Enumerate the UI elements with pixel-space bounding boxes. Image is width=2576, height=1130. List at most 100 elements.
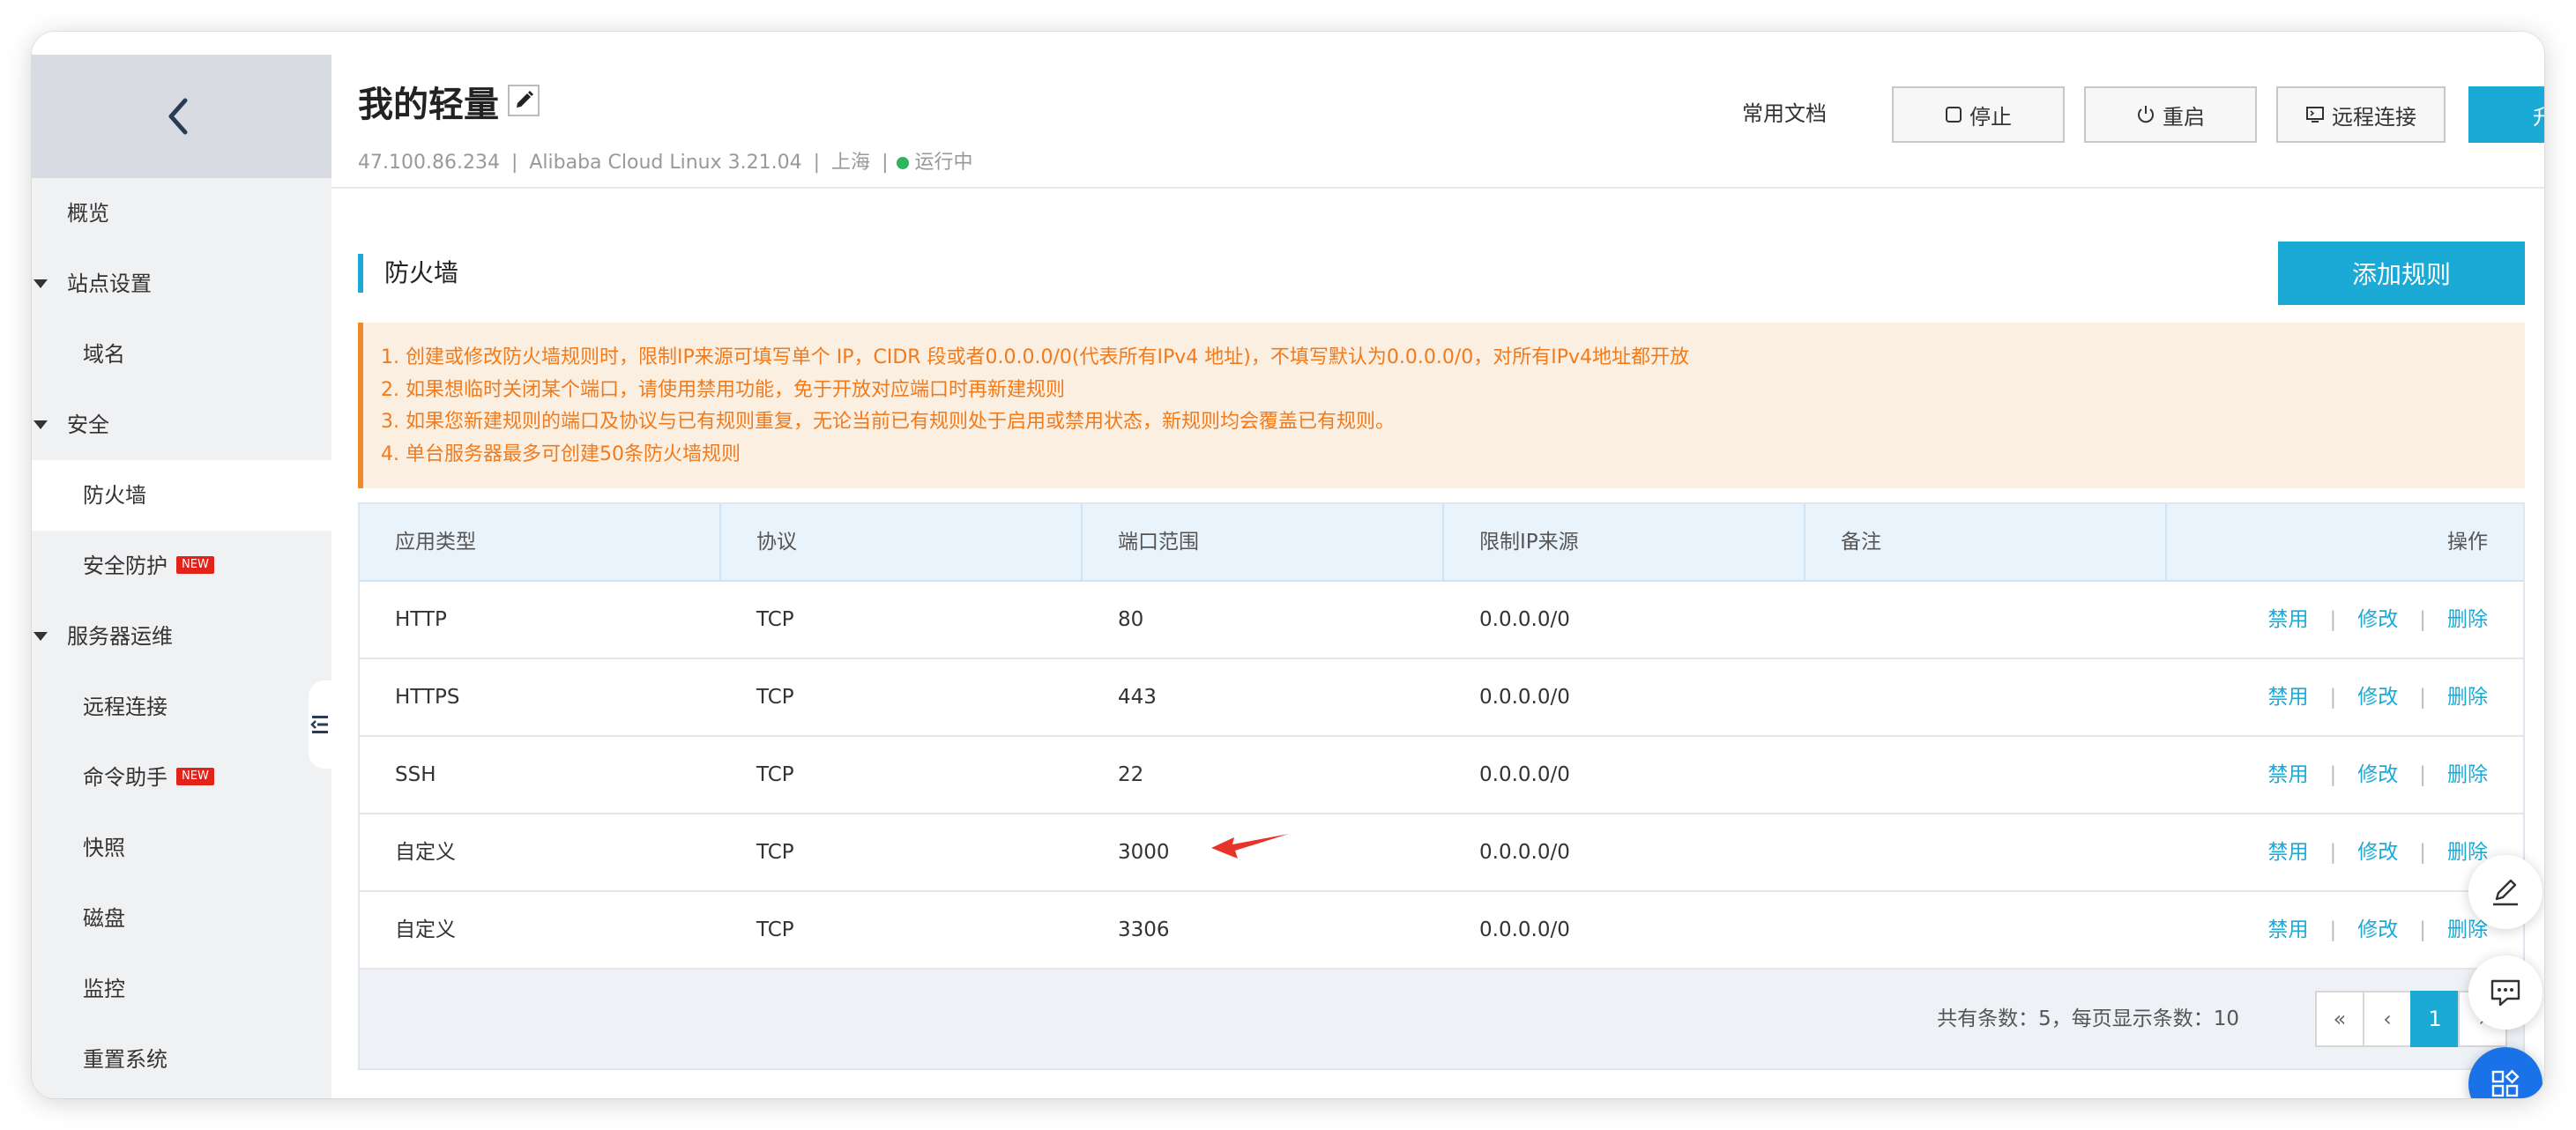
cell-protocol: TCP [756, 686, 794, 709]
action-separator: | [2419, 763, 2426, 786]
new-badge: NEW [176, 556, 214, 574]
cell-app-type: HTTPS [395, 686, 460, 709]
total-count: 共有条数：5，每页显示条数：10 [1937, 1007, 2239, 1030]
docs-link[interactable]: 常用文档 [1742, 86, 1827, 141]
app-window: 概览 站点设置 域名 安全 防火墙 安全防护 NEW 服务器运维 远程连接 命令… [32, 32, 2544, 1098]
chevron-left-icon [168, 98, 188, 135]
feedback-edit-button[interactable] [2468, 855, 2542, 929]
table-row: 自定义 TCP 3000 0.0.0.0/0 禁用 | 修改 | 删除 [360, 814, 2523, 892]
table-footer: 共有条数：5，每页显示条数：10 « ‹ 1 › [360, 970, 2523, 1068]
instance-info: 47.100.86.234 | Alibaba Cloud Linux 3.21… [358, 146, 973, 175]
restart-button[interactable]: 重启 [2084, 86, 2257, 143]
delete-link[interactable]: 删除 [2447, 918, 2488, 941]
edit-link[interactable]: 修改 [2357, 686, 2398, 709]
back-button[interactable] [155, 92, 205, 141]
firewall-rules-table: 应用类型 协议 端口范围 限制IP来源 备注 操作 HTTP TCP 80 0.… [358, 502, 2525, 1070]
disable-link[interactable]: 禁用 [2268, 841, 2309, 864]
first-page-button[interactable]: « [2315, 991, 2364, 1047]
action-separator: | [2329, 608, 2337, 631]
action-separator: | [2419, 686, 2426, 709]
column-header-port-range: 端口范围 [1083, 504, 1444, 580]
edit-link[interactable]: 修改 [2357, 763, 2398, 786]
instance-status: 运行中 [914, 152, 973, 174]
sidebar-item-domain[interactable]: 域名 [32, 319, 331, 390]
cell-ip-source: 0.0.0.0/0 [1479, 686, 1570, 709]
notice-line: 1. 创建或修改防火墙规则时，限制IP来源可填写单个 IP，CIDR 段或者0.… [381, 346, 1690, 368]
delete-link[interactable]: 删除 [2447, 686, 2488, 709]
cell-ip-source: 0.0.0.0/0 [1479, 608, 1570, 631]
remote-connect-button[interactable]: 远程连接 [2276, 86, 2446, 143]
cell-protocol: TCP [756, 918, 794, 941]
sidebar-item-disk[interactable]: 磁盘 [32, 883, 331, 954]
disable-link[interactable]: 禁用 [2268, 608, 2309, 631]
stop-button[interactable]: 停止 [1892, 86, 2065, 143]
edit-link[interactable]: 修改 [2357, 918, 2398, 941]
disable-link[interactable]: 禁用 [2268, 918, 2309, 941]
edit-icon [517, 91, 533, 108]
sidebar-item-command-assistant[interactable]: 命令助手 NEW [32, 742, 331, 813]
add-rule-button[interactable]: 添加规则 [2278, 242, 2525, 305]
action-separator: | [2329, 918, 2337, 941]
sidebar-item-label: 概览 [67, 201, 109, 226]
sidebar-collapse-toggle[interactable] [309, 680, 331, 769]
instance-ip: 47.100.86.234 [358, 152, 500, 174]
sidebar-group-security[interactable]: 安全 [32, 390, 331, 460]
cell-app-type: 自定义 [395, 918, 456, 941]
action-separator: | [2419, 841, 2426, 864]
sidebar-item-monitor[interactable]: 监控 [32, 954, 331, 1024]
cell-note [1805, 892, 2167, 968]
remote-icon [2306, 107, 2324, 123]
sidebar-item-security-protection[interactable]: 安全防护 NEW [32, 531, 331, 601]
annotation-arrow [1211, 834, 1289, 859]
cell-note [1805, 814, 2167, 890]
cell-protocol: TCP [756, 763, 794, 786]
sidebar-item-reset-system[interactable]: 重置系统 [32, 1024, 331, 1095]
sidebar-group-server-ops[interactable]: 服务器运维 [32, 601, 331, 672]
sidebar-item-remote-connect[interactable]: 远程连接 [32, 672, 331, 742]
disable-link[interactable]: 禁用 [2268, 686, 2309, 709]
delete-link[interactable]: 删除 [2447, 841, 2488, 864]
sidebar-item-label: 重置系统 [83, 1047, 168, 1072]
instance-os: Alibaba Cloud Linux 3.21.04 [529, 152, 802, 174]
instance-header: 我的轻量 47.100.86.234 | Alibaba Cloud Linux… [331, 55, 2544, 189]
notice-line: 3. 如果您新建规则的端口及协议与已有规则重复，无论当前已有规则处于启用或禁用状… [381, 411, 1395, 433]
caret-down-icon [34, 420, 48, 429]
chat-button[interactable] [2468, 955, 2542, 1030]
cell-app-type: HTTP [395, 608, 447, 631]
sidebar-group-site-settings[interactable]: 站点设置 [32, 249, 331, 319]
page-1-button[interactable]: 1 [2410, 991, 2460, 1047]
edit-link[interactable]: 修改 [2357, 608, 2398, 631]
collapse-sidebar-icon [310, 716, 328, 733]
notice-box: 1. 创建或修改防火墙规则时，限制IP来源可填写单个 IP，CIDR 段或者0.… [358, 323, 2525, 488]
cell-protocol: TCP [756, 841, 794, 864]
instance-region: 上海 [831, 152, 871, 174]
feedback-edit-icon [2493, 879, 2518, 906]
edit-link[interactable]: 修改 [2357, 841, 2398, 864]
prev-page-button[interactable]: ‹ [2363, 991, 2412, 1047]
info-separator: | [813, 152, 821, 174]
delete-link[interactable]: 删除 [2447, 608, 2488, 631]
cell-port: 443 [1118, 686, 1157, 709]
cell-actions: 禁用 | 修改 | 删除 [2167, 737, 2523, 813]
sidebar: 概览 站点设置 域名 安全 防火墙 安全防护 NEW 服务器运维 远程连接 命令… [32, 55, 331, 1098]
chat-icon [2490, 979, 2520, 1007]
sidebar-header [32, 55, 331, 178]
sidebar-item-snapshot[interactable]: 快照 [32, 813, 331, 883]
cell-protocol: TCP [756, 608, 794, 631]
edit-name-button[interactable] [508, 85, 540, 116]
sidebar-item-firewall[interactable]: 防火墙 [32, 460, 331, 531]
sidebar-item-overview[interactable]: 概览 [32, 178, 331, 249]
sidebar-item-label: 域名 [83, 342, 125, 367]
caret-down-icon [34, 632, 48, 641]
delete-link[interactable]: 删除 [2447, 763, 2488, 786]
disable-link[interactable]: 禁用 [2268, 763, 2309, 786]
page-title: 我的轻量 [358, 85, 499, 125]
cell-ip-source: 0.0.0.0/0 [1479, 763, 1570, 786]
cell-actions: 禁用 | 修改 | 删除 [2167, 659, 2523, 735]
cell-actions: 禁用 | 修改 | 删除 [2167, 582, 2523, 658]
column-header-actions: 操作 [2447, 531, 2488, 554]
cell-note [1805, 737, 2167, 813]
column-header-ip-source: 限制IP来源 [1444, 504, 1805, 580]
upgrade-button[interactable]: 升级 [2468, 86, 2544, 143]
table-row: HTTP TCP 80 0.0.0.0/0 禁用 | 修改 | 删除 [360, 582, 2523, 659]
